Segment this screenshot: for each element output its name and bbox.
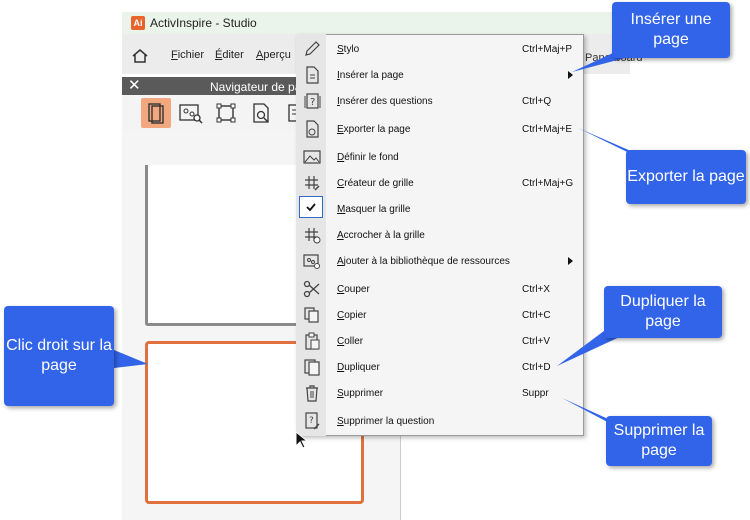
callout-export-page: Exporter la page bbox=[626, 150, 746, 204]
callout-delete-page: Supprimer la page bbox=[606, 416, 712, 466]
callout-insert-page: Insérer une page bbox=[612, 2, 730, 58]
callout-right-click: Clic droit sur la page bbox=[4, 306, 114, 406]
pointer-right-click bbox=[114, 350, 148, 368]
callout-duplicate-page: Dupliquer la page bbox=[604, 286, 722, 338]
